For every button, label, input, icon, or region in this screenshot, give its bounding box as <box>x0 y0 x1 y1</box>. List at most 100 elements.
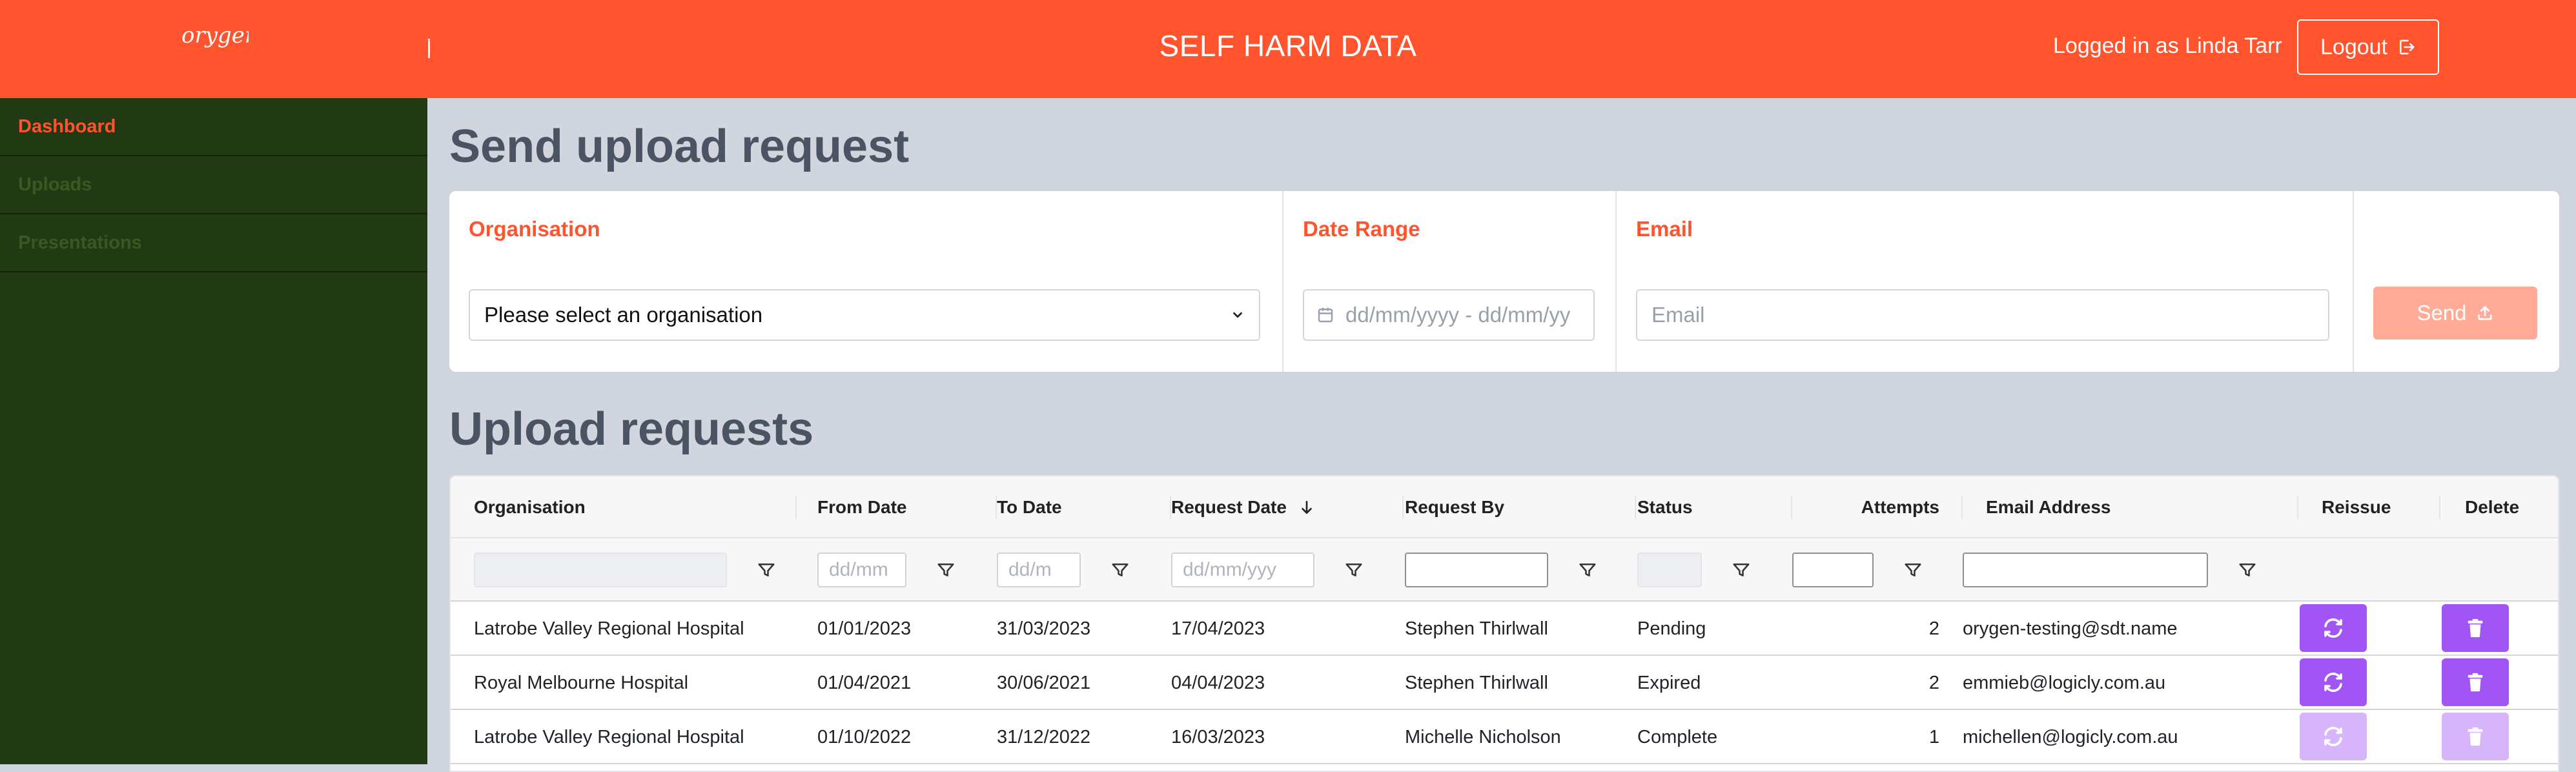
calendar-icon <box>1318 307 1333 323</box>
logout-icon <box>2400 39 2415 55</box>
cell-status: Complete <box>1637 726 1718 747</box>
date-range-placeholder: dd/mm/yyyy - dd/mm/yy <box>1345 303 1571 327</box>
logo-wordmark: orygen <box>181 23 249 48</box>
filter-icon[interactable] <box>1732 560 1751 580</box>
column-header-to-date[interactable]: To Date <box>997 476 1171 538</box>
cell-from-date: 01/04/2021 <box>817 672 912 693</box>
trash-icon <box>2468 618 2483 638</box>
cell-request-date: 17/04/2023 <box>1171 618 1265 639</box>
header-divider <box>428 39 430 58</box>
column-header-from-date[interactable]: From Date <box>817 476 997 538</box>
filter-icon[interactable] <box>1344 560 1364 580</box>
chevron-down-icon <box>1233 312 1242 318</box>
table-row: Latrobe Valley Regional Hospital 01/10/2… <box>451 710 2558 764</box>
filter-icon[interactable] <box>2238 560 2257 580</box>
request-date-filter-input[interactable]: dd/mm/yyy <box>1171 553 1314 587</box>
column-header-email-address[interactable]: Email Address <box>1963 476 2298 538</box>
organisation-column: Organisation Please select an organisati… <box>449 191 1283 372</box>
upload-requests-title: Upload requests <box>449 403 814 455</box>
cell-email: emmieb@logicly.com.au <box>1963 672 2166 693</box>
date-range-input[interactable]: dd/mm/yyyy - dd/mm/yy <box>1303 289 1595 341</box>
send-column: Send <box>2354 191 2559 372</box>
upload-icon <box>2477 306 2492 320</box>
filter-icon[interactable] <box>1578 560 1597 580</box>
reissue-button[interactable] <box>2300 658 2367 706</box>
cell-request-by: Stephen Thirlwall <box>1405 618 1548 639</box>
date-range-label: Date Range <box>1303 217 1420 241</box>
refresh-icon <box>2324 727 2342 746</box>
column-header-organisation[interactable]: Organisation <box>474 476 797 538</box>
organisation-select-value: Please select an organisation <box>484 303 763 327</box>
logout-button[interactable]: Logout <box>2297 19 2439 75</box>
email-filter-input[interactable] <box>1963 553 2208 587</box>
cell-attempts: 2 <box>1928 618 1939 639</box>
attempts-filter-input[interactable] <box>1792 553 1874 587</box>
sidebar-item-uploads[interactable]: Uploads <box>0 156 427 214</box>
orygen-logo[interactable]: orygen <box>178 19 259 71</box>
cell-to-date: 30/06/2021 <box>997 672 1091 693</box>
send-request-title: Send upload request <box>449 121 910 172</box>
column-header-request-date[interactable]: Request Date <box>1171 476 1404 538</box>
sort-descending-icon <box>1302 501 1312 514</box>
delete-button[interactable] <box>2442 604 2509 652</box>
cell-from-date: 01/10/2022 <box>817 726 912 747</box>
email-column: Email <box>1617 191 2354 372</box>
sidebar: Dashboard Uploads Presentations <box>0 98 427 764</box>
send-request-card: Organisation Please select an organisati… <box>449 191 2559 372</box>
cell-organisation: Latrobe Valley Regional Hospital <box>474 726 744 747</box>
delete-button[interactable] <box>2442 713 2509 760</box>
send-label: Send <box>2417 301 2467 325</box>
request-by-filter-input[interactable] <box>1405 553 1548 587</box>
cell-request-by: Michelle Nicholson <box>1405 726 1561 747</box>
top-bar: orygen SELF HARM DATA Logged in as Linda… <box>0 0 2576 98</box>
cell-attempts: 2 <box>1928 672 1939 693</box>
cell-organisation: Latrobe Valley Regional Hospital <box>474 618 744 639</box>
from-date-filter-input[interactable]: dd/mm <box>817 553 906 587</box>
cell-from-date: 01/01/2023 <box>817 618 912 639</box>
status-filter-input[interactable] <box>1637 553 1702 587</box>
filter-row: dd/mm dd/m dd/mm/yyy <box>451 538 2558 602</box>
cell-request-date: 04/04/2023 <box>1171 672 1265 693</box>
delete-button[interactable] <box>2442 658 2509 706</box>
reissue-button[interactable] <box>2300 604 2367 652</box>
cell-request-date: 16/03/2023 <box>1171 726 1265 747</box>
filter-icon[interactable] <box>1903 560 1923 580</box>
email-label: Email <box>1636 217 1693 241</box>
cell-status: Pending <box>1637 618 1706 639</box>
filter-icon[interactable] <box>1110 560 1130 580</box>
cell-status: Expired <box>1637 672 1701 693</box>
reissue-button[interactable] <box>2300 713 2367 760</box>
refresh-icon <box>2324 618 2342 638</box>
email-input[interactable] <box>1636 289 2329 341</box>
sidebar-item-presentations[interactable]: Presentations <box>0 214 427 272</box>
column-header-request-by[interactable]: Request By <box>1405 476 1636 538</box>
column-header-attempts[interactable]: Attempts <box>1792 476 1963 538</box>
main-content: Send upload request Organisation Please … <box>427 98 2576 772</box>
to-date-filter-input[interactable]: dd/m <box>997 553 1081 587</box>
cell-organisation: Royal Melbourne Hospital <box>474 672 689 693</box>
cell-email: michellen@logicly.com.au <box>1963 726 2178 747</box>
trash-icon <box>2468 727 2483 746</box>
date-range-column: Date Range dd/mm/yyyy - dd/mm/yy <box>1283 191 1617 372</box>
cell-to-date: 31/03/2023 <box>997 618 1091 639</box>
table-row: Royal Melbourne Hospital 01/04/2021 30/0… <box>451 656 2558 710</box>
column-header-delete: Delete <box>2465 497 2520 517</box>
refresh-icon <box>2324 673 2342 692</box>
organisation-label: Organisation <box>469 217 600 241</box>
table-header: Organisation From Date To Date Request D… <box>451 476 2558 538</box>
cell-request-by: Stephen Thirlwall <box>1405 672 1548 693</box>
trash-icon <box>2468 673 2483 692</box>
organisation-filter-input[interactable] <box>474 553 727 587</box>
column-header-status[interactable]: Status <box>1637 476 1792 538</box>
sidebar-item-dashboard[interactable]: Dashboard <box>0 98 427 156</box>
cell-to-date: 31/12/2022 <box>997 726 1091 747</box>
logout-label: Logout <box>2320 34 2387 59</box>
filter-icon[interactable] <box>936 560 956 580</box>
organisation-select[interactable]: Please select an organisation <box>469 289 1260 341</box>
send-button[interactable]: Send <box>2373 287 2537 340</box>
upload-requests-table: Organisation From Date To Date Request D… <box>449 475 2559 772</box>
cell-attempts: 1 <box>1928 726 1939 747</box>
logged-in-user: Logged in as Linda Tarr <box>2053 34 2282 58</box>
table-row: Latrobe Valley Regional Hospital 01/01/2… <box>451 602 2558 656</box>
filter-icon[interactable] <box>757 560 776 580</box>
